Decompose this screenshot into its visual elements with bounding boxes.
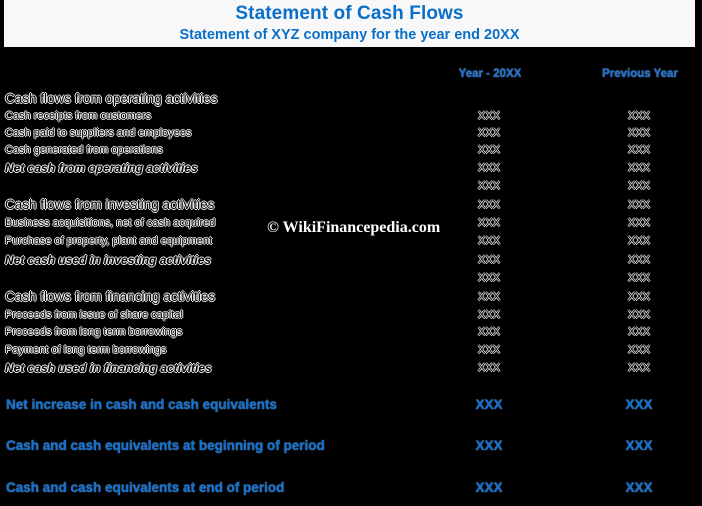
summary-value-previous-year: XXX bbox=[625, 480, 653, 495]
table-row: Purchase of property, plant and equipmen… bbox=[0, 235, 702, 253]
value-previous-year: XXX bbox=[627, 180, 650, 192]
value-current-year: XXX bbox=[477, 144, 500, 156]
row-label: Cash flows from investing activities bbox=[5, 197, 215, 212]
blank-row: XXX XXX bbox=[0, 180, 702, 198]
row-label: Purchase of property, plant and equipmen… bbox=[5, 235, 213, 247]
summary-value-current-year: XXX bbox=[475, 438, 503, 453]
section-header-row: Cash flows from investing activities XXX X… bbox=[0, 197, 702, 217]
value-current-year: XXX bbox=[477, 362, 500, 374]
section-header-row: Cash flows from financing activities XXX X… bbox=[0, 289, 702, 309]
row-label: Net cash from operating activities bbox=[5, 161, 198, 175]
value-current-year: XXX bbox=[477, 272, 500, 284]
value-previous-year: XXX bbox=[627, 217, 650, 229]
value-current-year: XXX bbox=[477, 235, 500, 247]
value-current-year: XXX bbox=[477, 309, 500, 321]
value-previous-year: XXX bbox=[627, 254, 650, 266]
value-current-year: XXX bbox=[477, 199, 500, 211]
table-row: Cash generated from operations XXX XXX bbox=[0, 144, 702, 162]
value-previous-year: XXX bbox=[627, 144, 650, 156]
value-previous-year: XXX bbox=[627, 162, 650, 174]
value-previous-year: XXX bbox=[627, 309, 650, 321]
row-label: Cash generated from operations bbox=[5, 144, 163, 156]
value-previous-year: XXX bbox=[627, 110, 650, 122]
value-previous-year: XXX bbox=[627, 326, 650, 338]
table-row: Payment of long term borrowings XXX XXX bbox=[0, 344, 702, 362]
row-label: Payment of long term borrowings bbox=[5, 344, 167, 356]
value-current-year: XXX bbox=[477, 110, 500, 122]
summary-row: Cash and cash equivalents at beginning o… bbox=[0, 438, 702, 458]
watermark: © WikiFinancepedia.com bbox=[267, 219, 441, 236]
section-header-row: Cash flows from operating activities bbox=[0, 91, 702, 111]
total-row: Net cash used in investing activities XXX… bbox=[0, 253, 702, 272]
summary-value-previous-year: XXX bbox=[625, 397, 653, 412]
row-label: Cash flows from financing activities bbox=[5, 289, 216, 304]
value-current-year: XXX bbox=[477, 254, 500, 266]
total-row: Net cash from operating activities XXX XXX bbox=[0, 161, 702, 180]
summary-value-previous-year: XXX bbox=[625, 438, 653, 453]
total-row: Net cash used in financing activities XXX… bbox=[0, 361, 702, 380]
value-current-year: XXX bbox=[477, 217, 500, 229]
row-label: Cash receipts from customers bbox=[5, 110, 152, 122]
summary-value-current-year: XXX bbox=[475, 480, 503, 495]
page-title: Statement of Cash Flows bbox=[235, 3, 464, 24]
row-label: Proceeds from long term borrowings bbox=[5, 326, 183, 338]
summary-row: Net increase in cash and cash equivalent… bbox=[0, 397, 702, 417]
table-row: Cash paid to suppliers and employees XXX X… bbox=[0, 127, 702, 145]
row-label: Net cash used in investing activities bbox=[5, 253, 212, 267]
row-label: Cash flows from operating activities bbox=[5, 91, 218, 106]
row-label: Business acquisitions, net of cash acqui… bbox=[5, 217, 216, 229]
blank-row: XXX XXX bbox=[0, 272, 702, 290]
column-header-previous-year: Previous Year bbox=[602, 68, 678, 80]
value-previous-year: XXX bbox=[627, 272, 650, 284]
row-label: Cash paid to suppliers and employees bbox=[5, 127, 192, 139]
value-current-year: XXX bbox=[477, 326, 500, 338]
value-current-year: XXX bbox=[477, 291, 500, 303]
value-previous-year: XXX bbox=[627, 199, 650, 211]
summary-label: Cash and cash equivalents at beginning o… bbox=[6, 438, 325, 453]
column-header-current-year: Year - 20XX bbox=[458, 68, 522, 80]
table-row: Cash receipts from customers XXX XXX bbox=[0, 110, 702, 128]
header-banner: Statement of Cash Flows Statement of XYZ… bbox=[4, 0, 695, 47]
value-previous-year: XXX bbox=[627, 235, 650, 247]
value-previous-year: XXX bbox=[627, 362, 650, 374]
row-label: Proceeds from issue of share capital bbox=[5, 309, 183, 321]
table-row: Proceeds from issue of share capital XXX X… bbox=[0, 309, 702, 327]
value-current-year: XXX bbox=[477, 180, 500, 192]
value-current-year: XXX bbox=[477, 162, 500, 174]
value-current-year: XXX bbox=[477, 344, 500, 356]
summary-label: Cash and cash equivalents at end of peri… bbox=[6, 480, 285, 495]
page-subtitle: Statement of XYZ company for the year en… bbox=[179, 27, 520, 43]
value-previous-year: XXX bbox=[627, 127, 650, 139]
row-label: Net cash used in financing activities bbox=[5, 361, 212, 375]
table-row: Proceeds from long term borrowings XXX XXX bbox=[0, 326, 702, 344]
value-previous-year: XXX bbox=[627, 291, 650, 303]
value-current-year: XXX bbox=[477, 127, 500, 139]
summary-value-current-year: XXX bbox=[475, 397, 503, 412]
value-previous-year: XXX bbox=[627, 344, 650, 356]
summary-row: Cash and cash equivalents at end of peri… bbox=[0, 480, 702, 500]
summary-label: Net increase in cash and cash equivalent… bbox=[6, 397, 277, 412]
